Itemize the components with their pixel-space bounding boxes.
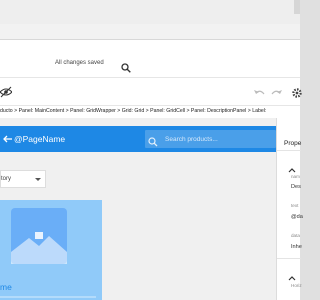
properties-panel: Prope nam Des text @da data Inhe Horiz (276, 118, 303, 300)
product-search-box[interactable] (145, 130, 276, 148)
app-top-bar (0, 24, 300, 40)
category-dropdown[interactable]: tory (0, 170, 46, 188)
save-toolbar: All changes saved (0, 40, 300, 78)
editor-app: All changes saved ducto > Panel: MainCon… (0, 40, 303, 300)
eye-off-icon[interactable] (0, 85, 13, 98)
property-value[interactable]: Inhe (291, 244, 302, 250)
window-corner (294, 0, 300, 14)
search-icon[interactable] (121, 60, 131, 73)
product-image-placeholder (11, 208, 67, 264)
property-label: data (291, 233, 300, 238)
product-card[interactable]: me (0, 200, 102, 300)
editor-toolbar (0, 78, 303, 106)
search-icon (148, 134, 158, 147)
chevron-up-icon[interactable] (288, 268, 296, 281)
property-value[interactable]: @da (291, 214, 303, 220)
page-title: @PageName (14, 134, 66, 144)
card-underline (0, 296, 96, 298)
design-canvas[interactable]: @PageName tory me (0, 118, 276, 300)
arrow-left-icon[interactable] (2, 132, 14, 144)
image-placeholder-icon (11, 232, 67, 264)
divider (277, 258, 301, 259)
category-dropdown-value: tory (1, 176, 12, 182)
gear-icon[interactable] (291, 86, 303, 98)
breadcrumb[interactable]: ducto > Panel: MainContent > Panel: Grid… (0, 108, 270, 114)
browser-top-strip (0, 0, 300, 24)
property-label: text (291, 203, 299, 208)
redo-icon[interactable] (271, 86, 283, 98)
chevron-up-icon[interactable] (288, 160, 296, 173)
undo-icon[interactable] (253, 86, 265, 98)
product-card-label: me (0, 282, 12, 292)
chevron-down-icon (35, 178, 41, 181)
property-value[interactable]: Des (291, 184, 301, 190)
property-label: Horiz (291, 283, 302, 288)
save-status: All changes saved (55, 60, 104, 66)
divider (277, 150, 301, 151)
properties-title: Prope (284, 140, 302, 147)
product-search-input[interactable] (165, 133, 273, 145)
property-label: nam (291, 174, 300, 179)
preview-app-bar: @PageName (0, 126, 276, 152)
